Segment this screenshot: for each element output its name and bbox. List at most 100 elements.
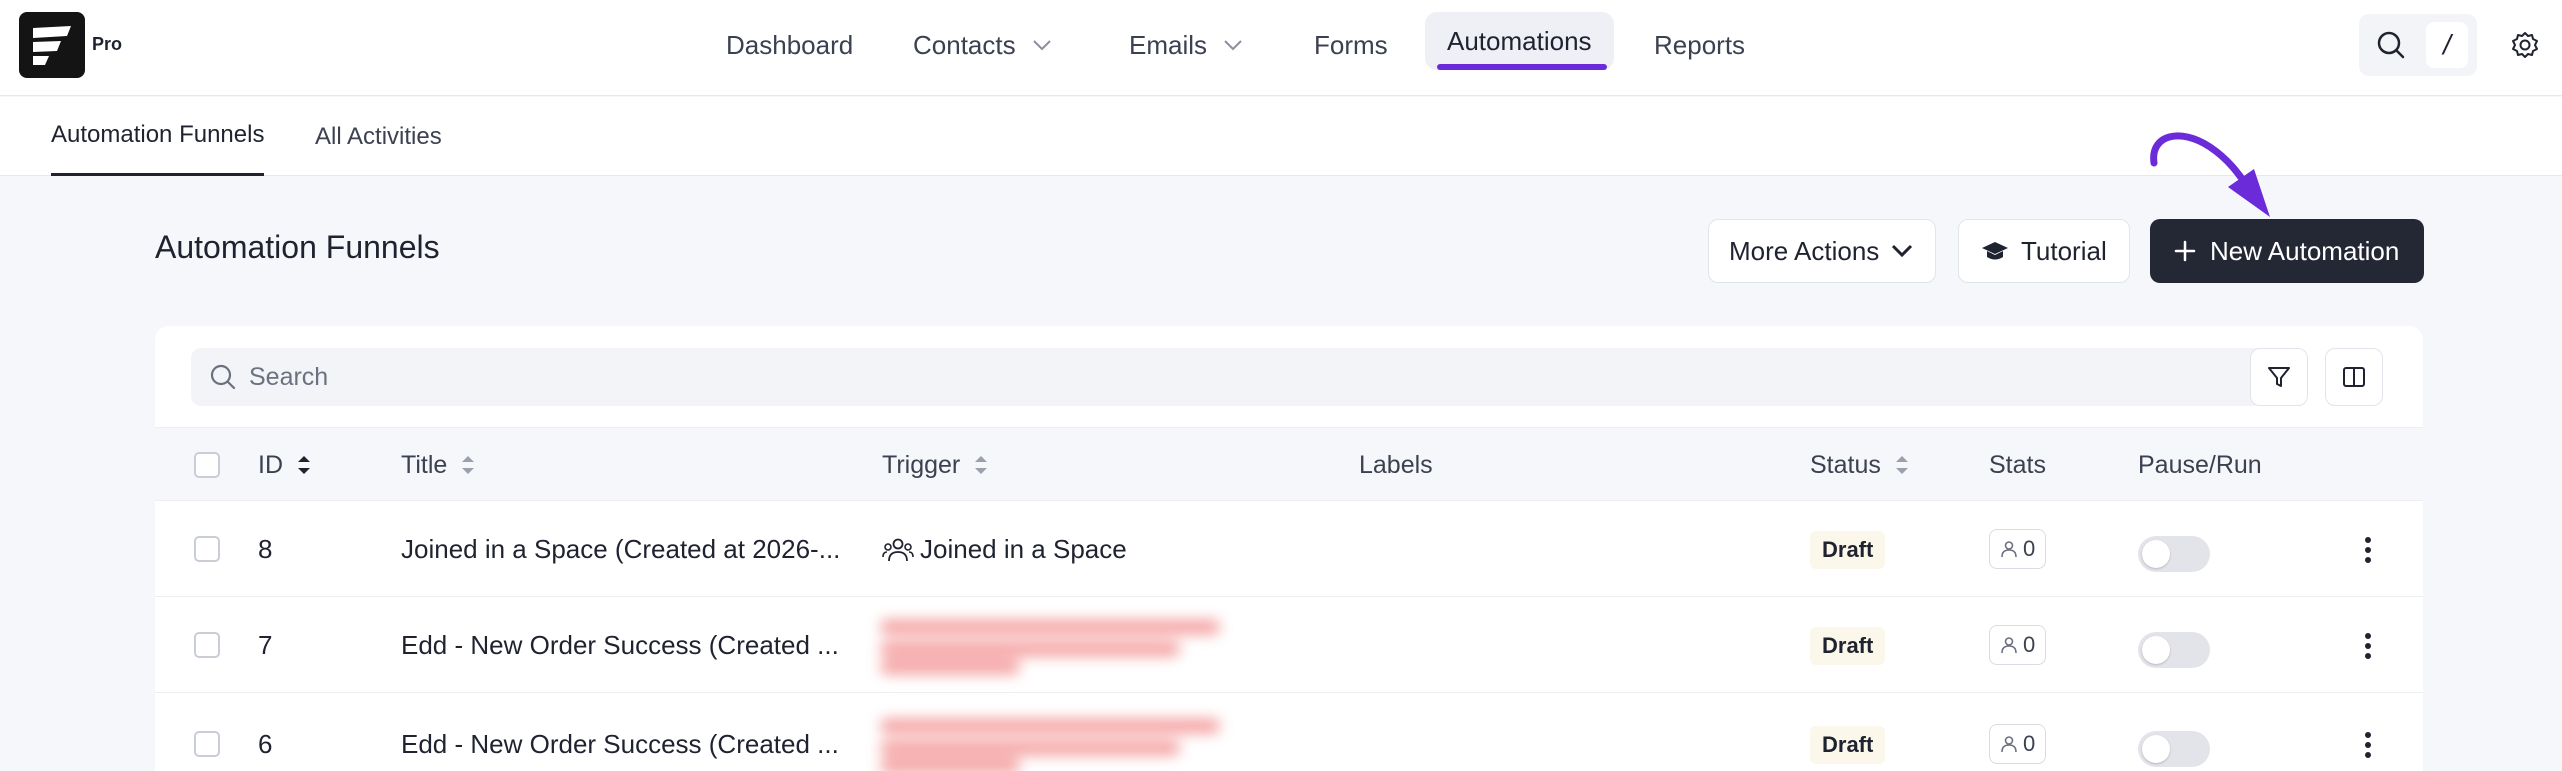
row-id: 6 xyxy=(258,729,273,759)
kebab-icon[interactable] xyxy=(2350,628,2386,664)
toggle-knob xyxy=(2142,540,2170,568)
nav-automations-label: Automations xyxy=(1447,25,1592,56)
row-id: 7 xyxy=(258,630,273,660)
column-header-id-label: ID xyxy=(258,450,283,479)
tab-automation-funnels[interactable]: Automation Funnels xyxy=(51,97,265,176)
nav-dashboard[interactable]: Dashboard xyxy=(726,22,853,68)
pause-run-toggle[interactable] xyxy=(2138,632,2210,668)
table-header: ID Title Trigger Labels Status Stats Pau… xyxy=(155,427,2423,501)
nav-emails-label: Emails xyxy=(1129,29,1208,60)
user-icon xyxy=(2000,735,2018,753)
arrow-pointer-icon xyxy=(2150,132,2270,217)
search-icon[interactable] xyxy=(2369,23,2413,67)
status-badge: Draft xyxy=(1810,726,1886,764)
stats-badge[interactable]: 0 xyxy=(1989,724,2047,764)
row-checkbox[interactable] xyxy=(194,632,220,658)
sort-icon[interactable] xyxy=(459,453,477,477)
sort-icon[interactable] xyxy=(1893,453,1911,477)
row-title[interactable]: Joined in a Space (Created at 2026-... xyxy=(401,502,841,597)
stats-count: 0 xyxy=(2023,536,2036,561)
page-title: Automation Funnels xyxy=(155,229,440,265)
kebab-icon[interactable] xyxy=(2350,727,2386,763)
stats-badge[interactable]: 0 xyxy=(1989,529,2047,569)
row-id: 8 xyxy=(258,534,273,564)
tutorial-label: Tutorial xyxy=(2021,235,2107,266)
nav-contacts[interactable]: Contacts xyxy=(913,22,1052,68)
more-actions-label: More Actions xyxy=(1729,235,1880,266)
redacted-trigger xyxy=(880,713,1240,771)
toggle-knob xyxy=(2142,636,2170,664)
column-header-trigger-label: Trigger xyxy=(882,450,961,479)
toggle-knob xyxy=(2142,735,2170,763)
column-header-title-label: Title xyxy=(401,450,448,479)
chevron-down-icon xyxy=(1223,39,1243,51)
column-header-status-label: Status xyxy=(1810,450,1881,479)
column-header-stats-label: Stats xyxy=(1989,450,2046,479)
kebab-icon[interactable] xyxy=(2350,532,2386,568)
automations-table-card: ID Title Trigger Labels Status xyxy=(155,326,2423,771)
select-all-checkbox[interactable] xyxy=(194,452,220,478)
nav-contacts-label: Contacts xyxy=(913,29,1016,60)
nav-emails[interactable]: Emails xyxy=(1129,22,1243,68)
logo-mark-icon xyxy=(33,26,71,65)
table-row[interactable]: 7 Edd - New Order Success (Created ... D… xyxy=(155,598,2423,693)
search-shortcut-key[interactable]: / xyxy=(2426,22,2468,68)
nav-dashboard-label: Dashboard xyxy=(726,29,854,60)
logo[interactable] xyxy=(19,12,85,78)
pause-run-toggle[interactable] xyxy=(2138,731,2210,767)
stats-count: 0 xyxy=(2023,731,2036,756)
plus-icon xyxy=(2174,240,2196,262)
column-header-title: Title xyxy=(401,428,477,502)
tab-all-activities[interactable]: All Activities xyxy=(315,97,442,176)
stats-count: 0 xyxy=(2023,632,2036,657)
nav-forms[interactable]: Forms xyxy=(1314,22,1388,68)
column-header-trigger: Trigger xyxy=(882,428,990,502)
stats-badge[interactable]: 0 xyxy=(1989,625,2047,665)
graduation-cap-icon xyxy=(1981,239,2009,263)
row-trigger-label: Joined in a Space xyxy=(920,534,1127,564)
search-input[interactable] xyxy=(249,362,2149,392)
sort-icon[interactable] xyxy=(972,453,990,477)
more-actions-button[interactable]: More Actions xyxy=(1708,219,1936,283)
user-icon xyxy=(2000,636,2018,654)
tab-automation-funnels-label: Automation Funnels xyxy=(51,121,265,148)
columns-icon xyxy=(2341,364,2367,390)
table-row[interactable]: 8 Joined in a Space (Created at 2026-...… xyxy=(155,502,2423,597)
table-row[interactable]: 6 Edd - New Order Success (Created ... D… xyxy=(155,697,2423,771)
status-badge: Draft xyxy=(1810,627,1886,665)
column-header-pause-run: Pause/Run xyxy=(2138,428,2262,502)
user-icon xyxy=(2000,540,2018,558)
new-automation-label: New Automation xyxy=(2210,235,2400,266)
sort-desc-icon[interactable] xyxy=(295,453,313,477)
nav-reports[interactable]: Reports xyxy=(1654,22,1745,68)
pro-badge: Pro xyxy=(92,34,123,54)
column-header-status: Status xyxy=(1810,428,1911,502)
gear-icon[interactable] xyxy=(2503,23,2547,67)
column-header-id: ID xyxy=(258,428,313,502)
status-badge: Draft xyxy=(1810,531,1886,569)
filter-button[interactable] xyxy=(2250,348,2308,406)
users-group-icon xyxy=(882,535,914,565)
row-title[interactable]: Edd - New Order Success (Created ... xyxy=(401,598,841,693)
row-title[interactable]: Edd - New Order Success (Created ... xyxy=(401,697,841,771)
row-checkbox[interactable] xyxy=(194,731,220,757)
redacted-trigger xyxy=(880,614,1240,676)
tab-all-activities-label: All Activities xyxy=(315,122,442,150)
tutorial-button[interactable]: Tutorial xyxy=(1958,219,2130,283)
pause-run-toggle[interactable] xyxy=(2138,536,2210,572)
column-header-stats: Stats xyxy=(1989,428,2046,502)
new-automation-button[interactable]: New Automation xyxy=(2150,219,2424,283)
chevron-down-icon xyxy=(1891,244,1913,258)
row-checkbox[interactable] xyxy=(194,536,220,562)
column-header-pause-run-label: Pause/Run xyxy=(2138,450,2262,479)
column-header-labels-label: Labels xyxy=(1359,450,1433,479)
nav-forms-label: Forms xyxy=(1314,29,1388,60)
search-icon xyxy=(209,363,237,391)
columns-toggle-button[interactable] xyxy=(2325,348,2383,406)
column-header-labels: Labels xyxy=(1359,428,1433,502)
nav-automations[interactable]: Automations xyxy=(1425,12,1614,70)
chevron-down-icon xyxy=(1032,39,1052,51)
search-bar xyxy=(191,348,2264,406)
top-navigation-bar: Pro Dashboard Contacts Emails Forms Auto… xyxy=(0,0,2562,96)
active-nav-indicator xyxy=(1437,64,1607,70)
